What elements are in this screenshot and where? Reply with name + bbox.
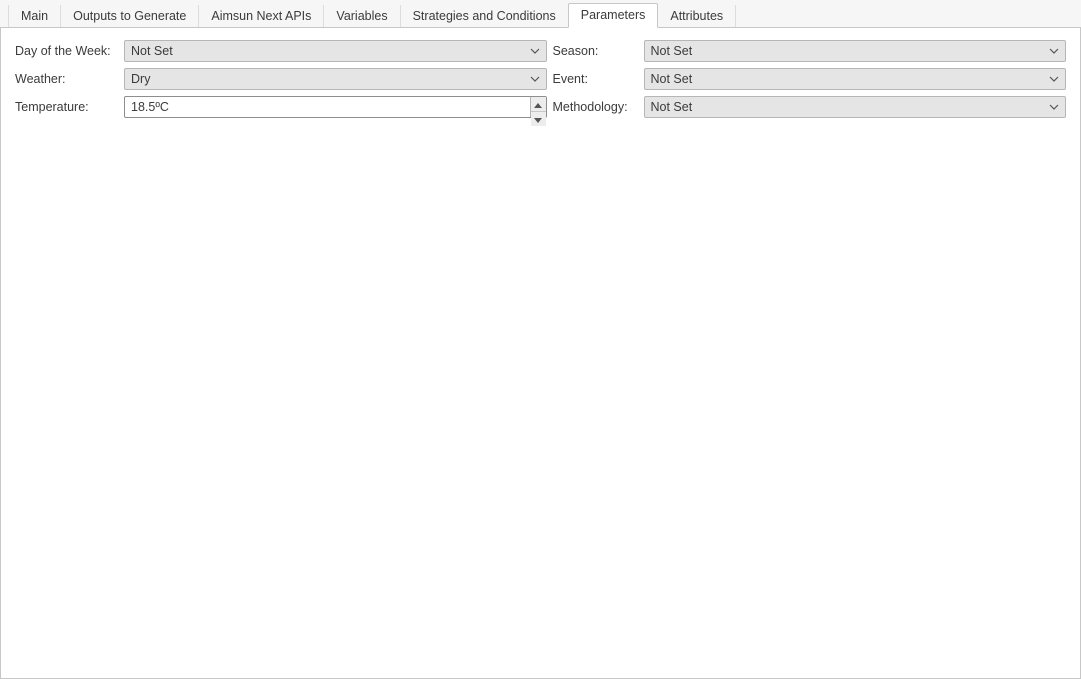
combo-weather[interactable]: Dry (124, 68, 547, 90)
spinbox-temperature[interactable]: 18.5ºC (124, 96, 547, 118)
tab-aimsun-next-apis[interactable]: Aimsun Next APIs (198, 5, 324, 28)
spinbox-temperature-value[interactable]: 18.5ºC (125, 97, 530, 117)
chevron-down-icon (530, 46, 540, 56)
tab-attributes[interactable]: Attributes (657, 5, 736, 28)
combo-day-of-week[interactable]: Not Set (124, 40, 547, 62)
chevron-down-icon (1049, 46, 1059, 56)
tab-strategies-and-conditions[interactable]: Strategies and Conditions (400, 5, 569, 28)
tab-label: Outputs to Generate (73, 9, 186, 23)
label-temperature: Temperature: (15, 100, 118, 114)
tab-content-parameters: Day of the Week: Not Set Season: Not Set… (0, 28, 1081, 679)
tab-label: Variables (336, 9, 387, 23)
label-methodology: Methodology: (553, 100, 638, 114)
chevron-down-icon (1049, 102, 1059, 112)
chevron-down-icon (1049, 74, 1059, 84)
chevron-down-icon (530, 74, 540, 84)
combo-day-of-week-value: Not Set (131, 44, 173, 58)
tab-variables[interactable]: Variables (323, 5, 400, 28)
combo-event-value: Not Set (651, 72, 693, 86)
tab-label: Attributes (670, 9, 723, 23)
spinbox-temperature-buttons (530, 97, 546, 117)
combo-methodology[interactable]: Not Set (644, 96, 1067, 118)
tab-parameters[interactable]: Parameters (568, 3, 659, 29)
label-season: Season: (553, 44, 638, 58)
tab-label: Parameters (581, 8, 646, 22)
tab-label: Strategies and Conditions (413, 9, 556, 23)
label-weather: Weather: (15, 72, 118, 86)
spin-up-button[interactable] (531, 97, 546, 112)
combo-weather-value: Dry (131, 72, 150, 86)
combo-methodology-value: Not Set (651, 100, 693, 114)
combo-event[interactable]: Not Set (644, 68, 1067, 90)
tab-label: Main (21, 9, 48, 23)
label-day-of-week: Day of the Week: (15, 44, 118, 58)
combo-season[interactable]: Not Set (644, 40, 1067, 62)
triangle-up-icon (534, 97, 542, 111)
tab-main[interactable]: Main (8, 5, 61, 28)
tab-outputs-to-generate[interactable]: Outputs to Generate (60, 5, 199, 28)
label-event: Event: (553, 72, 638, 86)
combo-season-value: Not Set (651, 44, 693, 58)
parameters-form: Day of the Week: Not Set Season: Not Set… (15, 40, 1066, 118)
tab-label: Aimsun Next APIs (211, 9, 311, 23)
spin-down-button[interactable] (531, 112, 546, 126)
tab-bar: Main Outputs to Generate Aimsun Next API… (0, 0, 1081, 28)
triangle-down-icon (534, 112, 542, 126)
